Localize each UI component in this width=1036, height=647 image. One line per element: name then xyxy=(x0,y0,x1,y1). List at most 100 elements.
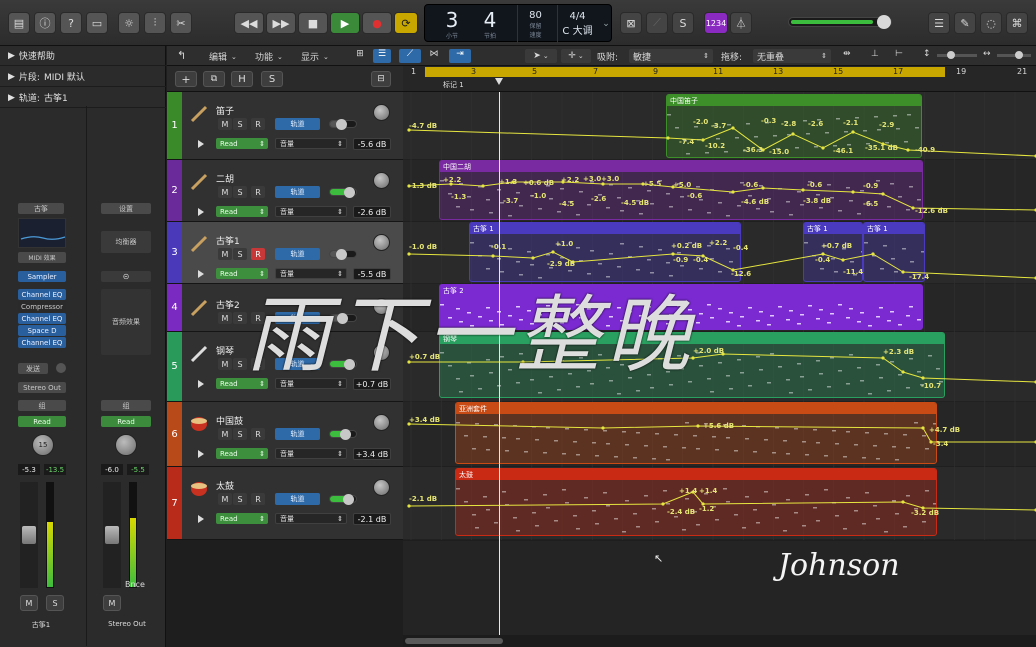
metronome-icon[interactable]: ⏃ xyxy=(730,12,752,34)
lcd-dropdown-icon[interactable]: ⌄ xyxy=(601,5,611,43)
link-icon[interactable]: ⊝ xyxy=(101,271,151,282)
eq-display[interactable] xyxy=(18,218,66,248)
solo-button[interactable]: S xyxy=(233,493,247,505)
disclosure-icon[interactable] xyxy=(198,140,204,148)
track-name[interactable]: 古筝2 xyxy=(216,298,240,311)
mute-button[interactable]: M xyxy=(218,248,232,260)
track-input-button[interactable]: 轨道 xyxy=(275,248,320,260)
track-volume-knob[interactable] xyxy=(343,187,355,198)
play-button[interactable]: ▶ xyxy=(330,12,360,34)
snap-select[interactable]: 敏捷 ⇕ xyxy=(629,49,713,63)
volume-fader-cap[interactable] xyxy=(105,526,119,544)
volume-readout[interactable]: -6.0 xyxy=(101,464,123,475)
vertical-zoom-icon[interactable]: ↕ xyxy=(923,49,931,59)
region-row[interactable]: ▶ 片段: MIDI 默认 xyxy=(0,67,166,87)
track-name[interactable]: 钢琴 xyxy=(216,344,234,357)
mute-button[interactable]: M xyxy=(20,595,38,611)
pan-knob[interactable] xyxy=(373,234,390,251)
record-enable-button[interactable]: R xyxy=(251,186,265,198)
mixer-icon[interactable]: ⫶ xyxy=(144,12,166,34)
track-header[interactable]: 2 二胡 M S R 轨道 Read ⇕ 音量 ⇕ -2.6 dB xyxy=(167,160,403,222)
replace-icon[interactable]: ⊠ xyxy=(620,12,642,34)
track-volume-slider[interactable] xyxy=(329,429,357,440)
automation-value[interactable]: -2.6 dB xyxy=(353,206,391,218)
plugin-slot-5[interactable]: Channel EQ xyxy=(18,337,66,348)
automation-value[interactable]: +3.4 dB xyxy=(353,448,391,460)
solo-button[interactable]: S xyxy=(233,186,247,198)
automation-mode-select[interactable]: Read ⇕ xyxy=(216,448,268,459)
automation-mode-select[interactable]: Read ⇕ xyxy=(216,513,268,524)
horizontal-zoom-slider[interactable] xyxy=(997,51,1031,59)
record-enable-button[interactable]: R xyxy=(251,248,265,260)
scrollbar-thumb[interactable] xyxy=(405,638,503,644)
output-slot[interactable]: Stereo Out xyxy=(18,382,66,393)
vertical-fit-icon[interactable]: ⊥ xyxy=(871,49,879,59)
record-enable-button[interactable]: R xyxy=(251,428,265,440)
disclosure-icon[interactable] xyxy=(198,270,204,278)
automation-parameter-select[interactable]: 音量 ⇕ xyxy=(275,513,347,524)
eq-slot[interactable]: 均衡器 xyxy=(101,231,151,253)
track-input-button[interactable]: 轨道 xyxy=(275,493,320,505)
global-tracks-icon[interactable]: ⊟ xyxy=(371,71,391,87)
automation-mode-select[interactable]: Read ⇕ xyxy=(216,206,268,217)
pan-knob[interactable] xyxy=(373,172,390,189)
catch-icon[interactable]: ⇥ xyxy=(449,49,471,63)
track-name[interactable]: 太鼓 xyxy=(216,479,234,492)
solo-button[interactable]: S xyxy=(233,312,247,324)
pan-knob[interactable] xyxy=(373,479,390,496)
mute-button[interactable]: M xyxy=(218,186,232,198)
solo-button[interactable]: S xyxy=(233,358,247,370)
plugin-slot-3[interactable]: Channel EQ xyxy=(18,313,66,324)
volume-fader-track[interactable] xyxy=(103,482,121,588)
track-row[interactable]: ▶ 轨道: 古筝1 xyxy=(0,88,166,108)
mute-button[interactable]: M xyxy=(218,428,232,440)
playhead-icon[interactable] xyxy=(495,78,503,85)
setting-button[interactable]: 古筝 xyxy=(18,203,64,214)
smart-controls-icon[interactable]: ☼ xyxy=(118,12,140,34)
automation-mode-button[interactable]: Read xyxy=(18,416,66,427)
toolbar-icon[interactable]: ▭ xyxy=(86,12,108,34)
library-icon[interactable]: ▤ xyxy=(8,12,30,34)
hide-button[interactable]: H xyxy=(231,71,253,87)
browser-icon[interactable]: ⌘ xyxy=(1006,12,1028,34)
horizontal-scrollbar[interactable] xyxy=(403,635,1036,647)
track-volume-slider[interactable] xyxy=(329,494,357,505)
track-volume-slider[interactable] xyxy=(329,249,357,260)
marker-label[interactable]: 标记 1 xyxy=(443,80,464,90)
pan-knob[interactable] xyxy=(373,104,390,121)
list-view-icon[interactable]: ☰ xyxy=(373,49,391,63)
track-name[interactable]: 中国鼓 xyxy=(216,414,243,427)
horizontal-fit-icon[interactable]: ⊢ xyxy=(895,49,903,59)
record-enable-button[interactable]: R xyxy=(251,118,265,130)
pan-knob[interactable] xyxy=(115,434,137,456)
horizontal-zoom-icon[interactable]: ↔ xyxy=(983,49,991,59)
disclosure-icon[interactable]: ▶ xyxy=(8,72,15,82)
track-volume-knob[interactable] xyxy=(335,119,347,130)
ruler[interactable]: 1 3 5 7 9 11 13 15 17 19 21 标记 1 xyxy=(403,66,1036,92)
solo-button[interactable]: S xyxy=(233,118,247,130)
master-volume-slider[interactable] xyxy=(788,15,892,29)
automation-value[interactable]: -2.1 dB xyxy=(353,513,391,525)
zoom-slider-thumb[interactable] xyxy=(1015,51,1023,59)
quick-help-icon[interactable]: ? xyxy=(60,12,82,34)
disclosure-icon[interactable]: ▶ xyxy=(8,51,15,61)
instrument-slot[interactable]: Sampler xyxy=(18,271,66,282)
mute-button[interactable]: M xyxy=(218,118,232,130)
solo-all-button[interactable]: S xyxy=(261,71,283,87)
view-menu[interactable]: 显示 ⌄ xyxy=(301,50,329,64)
mute-button[interactable]: M xyxy=(103,595,121,611)
zoom-slider-thumb[interactable] xyxy=(947,51,955,59)
count-in-button[interactable]: 1234 xyxy=(704,12,728,34)
stop-button[interactable]: ■ xyxy=(298,12,328,34)
send-knob[interactable] xyxy=(56,363,66,373)
function-menu[interactable]: 功能 ⌄ xyxy=(255,50,283,64)
track-name[interactable]: 古筝1 xyxy=(216,234,240,247)
automation-parameter-select[interactable]: 音量 ⇕ xyxy=(275,138,347,149)
editors-icon[interactable]: ✂ xyxy=(170,12,192,34)
track-input-button[interactable]: 轨道 xyxy=(275,186,320,198)
setting-button[interactable]: 设置 xyxy=(101,203,151,214)
track-input-button[interactable]: 轨道 xyxy=(275,428,320,440)
solo-button[interactable]: S xyxy=(46,595,64,611)
pointer-tool[interactable]: ➤ ⌄ xyxy=(525,49,557,63)
disclosure-icon[interactable] xyxy=(198,208,204,216)
